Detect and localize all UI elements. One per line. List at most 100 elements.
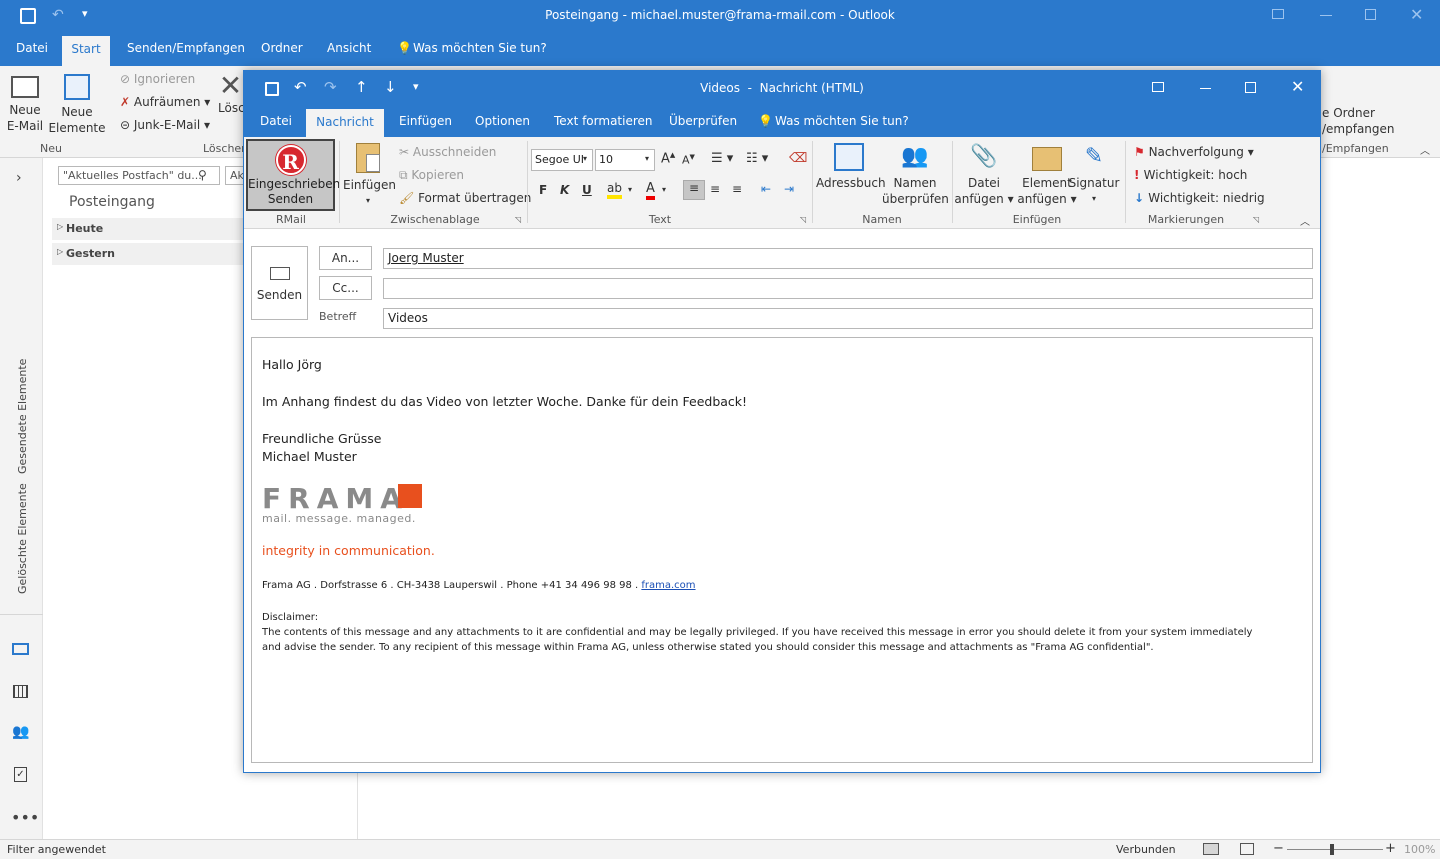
calendar-icon[interactable] <box>13 685 28 698</box>
collapse-ribbon-icon[interactable]: ︿ <box>1300 213 1310 228</box>
delete-button[interactable]: ✕ Lösc <box>218 72 243 116</box>
cc-button[interactable]: Cc... <box>319 276 372 300</box>
highlight-icon[interactable]: ab <box>607 181 622 199</box>
send-receive-all-button[interactable]: /empfangen <box>1322 122 1395 136</box>
tasks-icon[interactable]: ✓ <box>14 767 27 782</box>
new-email-button[interactable]: Neue E-Mail <box>4 76 46 134</box>
to-field[interactable]: Joerg Muster <box>383 248 1313 269</box>
tab-start[interactable]: Start <box>62 36 110 66</box>
tab-ansicht[interactable]: Ansicht <box>327 41 371 55</box>
new-items-button[interactable]: Neue Elemente <box>48 74 106 136</box>
recipient-chip[interactable]: Joerg Muster <box>388 251 464 265</box>
tab-optionen[interactable]: Optionen <box>475 114 530 128</box>
tab-datei[interactable]: Datei <box>260 114 292 128</box>
decrease-indent-icon[interactable]: ⇤ <box>761 182 771 196</box>
search-input[interactable]: "Aktuelles Postfach" du... <box>58 166 220 185</box>
cut-icon: ✂ <box>399 145 413 159</box>
subject-field[interactable]: Videos <box>383 308 1313 329</box>
send-button[interactable]: Senden <box>251 246 308 320</box>
tab-einfuegen[interactable]: Einfügen <box>399 114 452 128</box>
more-icon[interactable]: ••• <box>11 808 39 827</box>
paste-button[interactable]: Einfügen ▾ <box>343 143 396 209</box>
registered-send-button[interactable]: R Eingeschrieben Senden <box>246 139 340 211</box>
dialog-launcher-icon[interactable]: ◹ <box>515 215 521 224</box>
junk-button[interactable]: ⊝ Junk-E-Mail ▾ <box>120 118 210 132</box>
ignore-button[interactable]: ⊘ Ignorieren <box>120 72 195 86</box>
copy-button[interactable]: ⧉ Kopieren <box>399 168 464 183</box>
move-folder-button[interactable]: e Ordner <box>1322 106 1375 120</box>
search-icon[interactable]: ⚲ <box>198 168 207 182</box>
tab-ueberpruefen[interactable]: Überprüfen <box>669 114 737 128</box>
align-right-icon[interactable]: ≡ <box>732 182 742 196</box>
zoom-slider[interactable] <box>1287 849 1383 850</box>
send-envelope-icon <box>269 267 290 280</box>
ribbon-display-icon[interactable] <box>1272 9 1284 19</box>
tell-me-search[interactable]: Was möchten Sie tun? <box>413 41 547 55</box>
address-book-button[interactable]: Adressbuch <box>816 143 886 191</box>
signature-button[interactable]: ✎ Signatur ▾ <box>1068 143 1120 207</box>
chevron-down-icon[interactable]: ▾ <box>645 154 649 163</box>
zoom-out-icon[interactable]: − <box>1273 841 1284 856</box>
tab-text-formatieren[interactable]: Text formatieren <box>554 114 653 128</box>
reading-view-icon[interactable] <box>1240 843 1254 855</box>
maximize-icon[interactable] <box>1245 82 1256 93</box>
low-importance-button[interactable]: ↓ Wichtigkeit: niedrig <box>1134 191 1265 205</box>
close-icon[interactable]: ✕ <box>1291 77 1304 96</box>
zoom-slider-thumb[interactable] <box>1330 844 1334 855</box>
group-label-loeschen: Löschen <box>203 142 249 155</box>
tab-datei[interactable]: Datei <box>16 41 48 55</box>
maximize-icon[interactable] <box>1365 9 1376 20</box>
to-button[interactable]: An... <box>319 246 372 270</box>
minimize-icon[interactable] <box>1200 88 1211 89</box>
shrink-font-icon[interactable]: A▼ <box>682 153 695 167</box>
cc-field[interactable] <box>383 278 1313 299</box>
grow-font-icon[interactable]: A▲ <box>661 151 675 166</box>
close-icon[interactable]: ✕ <box>1410 5 1423 24</box>
italic-button[interactable]: K <box>560 183 569 197</box>
chevron-down-icon[interactable]: ▾ <box>662 185 666 194</box>
dialog-launcher-icon[interactable]: ◹ <box>1253 215 1259 224</box>
chevron-down-icon[interactable]: ▾ <box>628 185 632 194</box>
underline-button[interactable]: U <box>582 183 592 197</box>
clear-formatting-icon[interactable]: ⌫ <box>789 151 807 166</box>
align-center-icon[interactable]: ≡ <box>710 182 720 196</box>
expand-folder-pane-icon[interactable]: › <box>16 170 22 186</box>
website-link[interactable]: frama.com <box>641 580 695 591</box>
bold-button[interactable]: F <box>539 183 547 197</box>
cut-button[interactable]: ✂ Ausschneiden <box>399 145 496 159</box>
group-today[interactable]: ▷ Heute <box>52 218 252 240</box>
group-yesterday[interactable]: ▷ Gestern <box>52 243 252 265</box>
chevron-down-icon[interactable]: ▾ <box>583 154 587 163</box>
font-color-icon[interactable]: A <box>646 181 655 200</box>
bullets-icon[interactable]: ☰ ▾ <box>711 151 733 166</box>
copy-icon: ⧉ <box>399 168 412 182</box>
zoom-in-icon[interactable]: + <box>1385 841 1396 856</box>
nav-deleted-items[interactable]: Gelöschte Elemente <box>16 483 29 594</box>
tab-senden-empfangen[interactable]: Senden/Empfangen <box>127 41 245 55</box>
ribbon-display-icon[interactable] <box>1152 82 1164 92</box>
check-names-button[interactable]: 👥 Namen überprüfen <box>882 143 949 207</box>
collapse-ribbon-icon[interactable]: ︿ <box>1420 142 1430 157</box>
tab-ordner[interactable]: Ordner <box>261 41 303 55</box>
tell-me-search[interactable]: Was möchten Sie tun? <box>775 114 909 128</box>
numbering-icon[interactable]: ☷ ▾ <box>746 151 768 166</box>
minimize-icon[interactable] <box>1320 15 1332 16</box>
high-importance-button[interactable]: ! Wichtigkeit: hoch <box>1134 168 1247 182</box>
normal-view-icon[interactable] <box>1203 843 1219 855</box>
nav-sent-items[interactable]: Gesendete Elemente <box>16 359 29 474</box>
dialog-launcher-icon[interactable]: ◹ <box>800 215 806 224</box>
cleanup-button[interactable]: ✗ Aufräumen ▾ <box>120 95 210 109</box>
increase-indent-icon[interactable]: ⇥ <box>784 182 794 196</box>
low-importance-label: Wichtigkeit: niedrig <box>1148 191 1265 205</box>
mail-icon[interactable] <box>12 643 29 655</box>
people-icon[interactable]: 👥 <box>12 724 29 740</box>
exclamation-icon: ! <box>1134 168 1144 182</box>
attach-file-button[interactable]: 📎 Datei anfügen ▾ <box>954 143 1014 207</box>
zoom-level[interactable]: 100% <box>1404 843 1435 856</box>
message-body-editor[interactable]: Hallo Jörg Im Anhang findest du das Vide… <box>251 337 1313 763</box>
follow-up-button[interactable]: ⚑ Nachverfolgung ▾ <box>1134 145 1254 159</box>
format-painter-button[interactable]: 🖌 Format übertragen <box>399 191 531 205</box>
tab-nachricht[interactable]: Nachricht <box>306 109 384 137</box>
align-left-icon[interactable]: ≡ <box>683 180 705 200</box>
